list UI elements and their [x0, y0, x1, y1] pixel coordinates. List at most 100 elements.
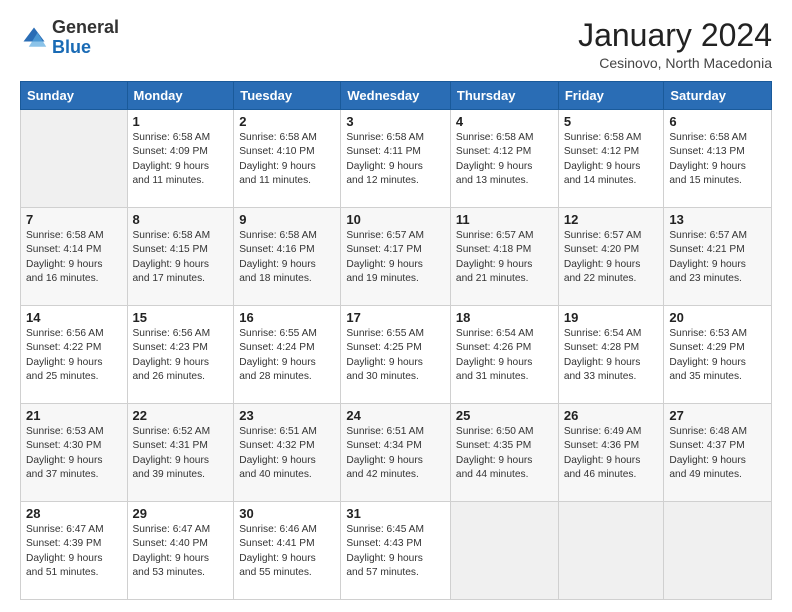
header: General Blue January 2024 Cesinovo, Nort…	[20, 18, 772, 71]
day-number: 9	[239, 212, 335, 227]
calendar-week-row: 14 Sunrise: 6:56 AMSunset: 4:22 PMDayligh…	[21, 306, 772, 404]
table-row: 29 Sunrise: 6:47 AMSunset: 4:40 PMDayligh…	[127, 502, 234, 600]
col-thursday: Thursday	[450, 82, 558, 110]
col-wednesday: Wednesday	[341, 82, 451, 110]
day-info: Sunrise: 6:51 AMSunset: 4:32 PMDaylight:…	[239, 425, 335, 482]
day-number: 24	[346, 408, 445, 423]
day-info: Sunrise: 6:52 AMSunset: 4:31 PMDaylight:…	[133, 425, 229, 482]
calendar-week-row: 21 Sunrise: 6:53 AMSunset: 4:30 PMDayligh…	[21, 404, 772, 502]
logo-blue: Blue	[52, 37, 91, 57]
logo-text: General Blue	[52, 18, 119, 58]
day-number: 23	[239, 408, 335, 423]
table-row	[450, 502, 558, 600]
day-info: Sunrise: 6:51 AMSunset: 4:34 PMDaylight:…	[346, 425, 445, 482]
table-row: 7Sunrise: 6:58 AMSunset: 4:14 PMDaylight…	[21, 208, 128, 306]
day-number: 29	[133, 506, 229, 521]
day-info: Sunrise: 6:56 AMSunset: 4:23 PMDaylight:…	[133, 327, 229, 384]
day-number: 12	[564, 212, 659, 227]
day-number: 30	[239, 506, 335, 521]
table-row: 21 Sunrise: 6:53 AMSunset: 4:30 PMDayligh…	[21, 404, 128, 502]
table-row	[558, 502, 664, 600]
day-number: 16	[239, 310, 335, 325]
table-row: 3 Sunrise: 6:58 AMSunset: 4:11 PMDaylight…	[341, 110, 451, 208]
table-row: 1 Sunrise: 6:58 AMSunset: 4:09 PMDaylight…	[127, 110, 234, 208]
day-info: Sunrise: 6:58 AMSunset: 4:13 PMDaylight:…	[669, 131, 766, 188]
day-number: 20	[669, 310, 766, 325]
day-number: 3	[346, 114, 445, 129]
table-row: 10Sunrise: 6:57 AMSunset: 4:17 PMDayligh…	[341, 208, 451, 306]
table-row: 19Sunrise: 6:54 AMSunset: 4:28 PMDayligh…	[558, 306, 664, 404]
table-row: 20 Sunrise: 6:53 AMSunset: 4:29 PMDayligh…	[664, 306, 772, 404]
day-number: 28	[26, 506, 122, 521]
day-number: 11	[456, 212, 553, 227]
table-row: 14 Sunrise: 6:56 AMSunset: 4:22 PMDayligh…	[21, 306, 128, 404]
day-number: 18	[456, 310, 553, 325]
table-row: 22Sunrise: 6:52 AMSunset: 4:31 PMDayligh…	[127, 404, 234, 502]
day-number: 5	[564, 114, 659, 129]
day-number: 26	[564, 408, 659, 423]
calendar-week-row: 28 Sunrise: 6:47 AMSunset: 4:39 PMDayligh…	[21, 502, 772, 600]
day-number: 13	[669, 212, 766, 227]
day-info: Sunrise: 6:50 AMSunset: 4:35 PMDaylight:…	[456, 425, 553, 482]
col-saturday: Saturday	[664, 82, 772, 110]
day-number: 17	[346, 310, 445, 325]
table-row: 9 Sunrise: 6:58 AMSunset: 4:16 PMDaylight…	[234, 208, 341, 306]
table-row: 24 Sunrise: 6:51 AMSunset: 4:34 PMDayligh…	[341, 404, 451, 502]
day-info: Sunrise: 6:47 AMSunset: 4:39 PMDaylight:…	[26, 523, 122, 580]
day-info: Sunrise: 6:55 AMSunset: 4:24 PMDaylight:…	[239, 327, 335, 384]
table-row: 30 Sunrise: 6:46 AMSunset: 4:41 PMDayligh…	[234, 502, 341, 600]
day-info: Sunrise: 6:58 AMSunset: 4:09 PMDaylight:…	[133, 131, 229, 188]
table-row: 4Sunrise: 6:58 AMSunset: 4:12 PMDaylight…	[450, 110, 558, 208]
col-monday: Monday	[127, 82, 234, 110]
day-number: 1	[133, 114, 229, 129]
table-row: 13 Sunrise: 6:57 AMSunset: 4:21 PMDayligh…	[664, 208, 772, 306]
day-number: 14	[26, 310, 122, 325]
day-info: Sunrise: 6:57 AMSunset: 4:21 PMDaylight:…	[669, 229, 766, 286]
day-info: Sunrise: 6:58 AMSunset: 4:15 PMDaylight:…	[133, 229, 229, 286]
day-number: 19	[564, 310, 659, 325]
calendar-week-row: 7Sunrise: 6:58 AMSunset: 4:14 PMDaylight…	[21, 208, 772, 306]
day-info: Sunrise: 6:47 AMSunset: 4:40 PMDaylight:…	[133, 523, 229, 580]
day-info: Sunrise: 6:58 AMSunset: 4:11 PMDaylight:…	[346, 131, 445, 188]
day-info: Sunrise: 6:58 AMSunset: 4:12 PMDaylight:…	[456, 131, 553, 188]
day-info: Sunrise: 6:46 AMSunset: 4:41 PMDaylight:…	[239, 523, 335, 580]
col-sunday: Sunday	[21, 82, 128, 110]
day-info: Sunrise: 6:56 AMSunset: 4:22 PMDaylight:…	[26, 327, 122, 384]
day-info: Sunrise: 6:57 AMSunset: 4:18 PMDaylight:…	[456, 229, 553, 286]
month-title: January 2024	[578, 18, 772, 53]
day-number: 31	[346, 506, 445, 521]
table-row: 8 Sunrise: 6:58 AMSunset: 4:15 PMDaylight…	[127, 208, 234, 306]
day-number: 25	[456, 408, 553, 423]
day-info: Sunrise: 6:58 AMSunset: 4:12 PMDaylight:…	[564, 131, 659, 188]
col-tuesday: Tuesday	[234, 82, 341, 110]
table-row: 28 Sunrise: 6:47 AMSunset: 4:39 PMDayligh…	[21, 502, 128, 600]
calendar-week-row: 1 Sunrise: 6:58 AMSunset: 4:09 PMDaylight…	[21, 110, 772, 208]
table-row	[21, 110, 128, 208]
day-info: Sunrise: 6:48 AMSunset: 4:37 PMDaylight:…	[669, 425, 766, 482]
day-info: Sunrise: 6:45 AMSunset: 4:43 PMDaylight:…	[346, 523, 445, 580]
table-row: 17Sunrise: 6:55 AMSunset: 4:25 PMDayligh…	[341, 306, 451, 404]
logo-icon	[20, 24, 48, 52]
day-info: Sunrise: 6:53 AMSunset: 4:29 PMDaylight:…	[669, 327, 766, 384]
logo: General Blue	[20, 18, 119, 58]
day-info: Sunrise: 6:58 AMSunset: 4:16 PMDaylight:…	[239, 229, 335, 286]
table-row: 26 Sunrise: 6:49 AMSunset: 4:36 PMDayligh…	[558, 404, 664, 502]
day-info: Sunrise: 6:53 AMSunset: 4:30 PMDaylight:…	[26, 425, 122, 482]
page: General Blue January 2024 Cesinovo, Nort…	[0, 0, 792, 612]
day-info: Sunrise: 6:49 AMSunset: 4:36 PMDaylight:…	[564, 425, 659, 482]
day-info: Sunrise: 6:58 AMSunset: 4:14 PMDaylight:…	[26, 229, 122, 286]
day-number: 6	[669, 114, 766, 129]
table-row	[664, 502, 772, 600]
table-row: 18 Sunrise: 6:54 AMSunset: 4:26 PMDayligh…	[450, 306, 558, 404]
day-number: 21	[26, 408, 122, 423]
day-info: Sunrise: 6:57 AMSunset: 4:17 PMDaylight:…	[346, 229, 445, 286]
table-row: 2Sunrise: 6:58 AMSunset: 4:10 PMDaylight…	[234, 110, 341, 208]
day-info: Sunrise: 6:54 AMSunset: 4:26 PMDaylight:…	[456, 327, 553, 384]
logo-general: General	[52, 17, 119, 37]
table-row: 11 Sunrise: 6:57 AMSunset: 4:18 PMDayligh…	[450, 208, 558, 306]
day-info: Sunrise: 6:58 AMSunset: 4:10 PMDaylight:…	[239, 131, 335, 188]
table-row: 31 Sunrise: 6:45 AMSunset: 4:43 PMDayligh…	[341, 502, 451, 600]
calendar-table: Sunday Monday Tuesday Wednesday Thursday…	[20, 81, 772, 600]
location-subtitle: Cesinovo, North Macedonia	[578, 55, 772, 71]
day-number: 8	[133, 212, 229, 227]
